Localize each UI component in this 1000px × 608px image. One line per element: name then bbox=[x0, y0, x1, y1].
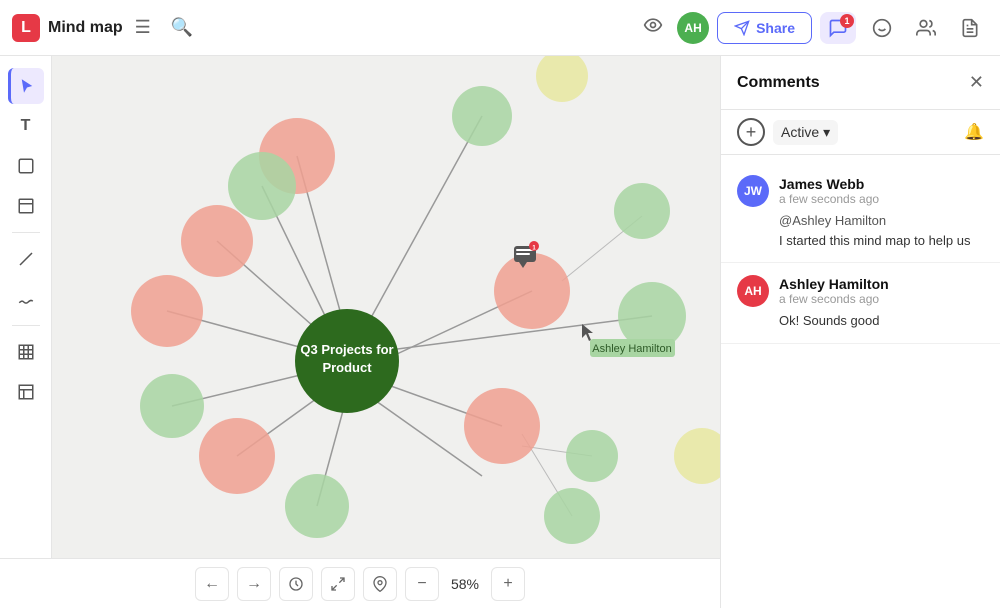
app-title: Mind map bbox=[48, 19, 123, 37]
tool-template[interactable] bbox=[8, 374, 44, 410]
reaction-button[interactable] bbox=[864, 12, 900, 44]
comments-toolbar: + Active ▾ 🔔 bbox=[721, 110, 1000, 155]
svg-text:Q3 Projects for: Q3 Projects for bbox=[300, 342, 393, 357]
comment-time: a few seconds ago bbox=[779, 192, 879, 206]
tool-table[interactable] bbox=[8, 334, 44, 370]
tool-line[interactable] bbox=[8, 241, 44, 277]
zoom-out-button[interactable]: − bbox=[405, 567, 439, 601]
comment-body: Ok! Sounds good bbox=[779, 311, 984, 331]
comment-mention: @Ashley Hamilton bbox=[779, 213, 886, 228]
comment-username: James Webb bbox=[779, 176, 879, 192]
comment-time: a few seconds ago bbox=[779, 292, 889, 306]
history-button[interactable] bbox=[279, 567, 313, 601]
header: L Mind map ☰ 🔍 AH Share 1 bbox=[0, 0, 1000, 56]
tool-select[interactable] bbox=[8, 68, 44, 104]
undo-button[interactable]: ← bbox=[195, 567, 229, 601]
logo-icon: L bbox=[12, 14, 40, 42]
redo-button[interactable]: → bbox=[237, 567, 271, 601]
share-button[interactable]: Share bbox=[717, 12, 812, 44]
comments-header: Comments ✕ bbox=[721, 56, 1000, 110]
tool-frame[interactable] bbox=[8, 188, 44, 224]
zoom-level: 58% bbox=[447, 576, 483, 592]
comment-item: AH Ashley Hamilton a few seconds ago Ok!… bbox=[721, 263, 1000, 344]
fullscreen-button[interactable] bbox=[321, 567, 355, 601]
pages-button[interactable] bbox=[952, 12, 988, 44]
bottom-bar: ← → − 58% + bbox=[0, 558, 720, 608]
comment-badge: 1 bbox=[840, 14, 854, 28]
tool-divider bbox=[12, 232, 40, 233]
svg-text:Ashley Hamilton: Ashley Hamilton bbox=[592, 343, 671, 355]
svg-text:Product: Product bbox=[322, 360, 372, 375]
comment-username: Ashley Hamilton bbox=[779, 276, 889, 292]
tool-text[interactable]: T bbox=[8, 108, 44, 144]
comment-body: @Ashley Hamilton I started this mind map… bbox=[779, 211, 984, 250]
view-icon[interactable] bbox=[637, 9, 669, 46]
map-pin-button[interactable] bbox=[363, 567, 397, 601]
filter-dropdown[interactable]: Active ▾ bbox=[773, 120, 838, 145]
canvas[interactable]: Q3 Projects for Product 1 bbox=[52, 56, 720, 558]
avatar: JW bbox=[737, 175, 769, 207]
tool-sticky[interactable] bbox=[8, 148, 44, 184]
add-comment-button[interactable]: + bbox=[737, 118, 765, 146]
notification-button[interactable]: 🔔 bbox=[964, 122, 984, 142]
tool-pen[interactable] bbox=[8, 281, 44, 317]
comments-title: Comments bbox=[737, 74, 969, 92]
zoom-in-button[interactable]: + bbox=[491, 567, 525, 601]
search-icon[interactable]: 🔍 bbox=[167, 13, 197, 42]
user-avatar[interactable]: AH bbox=[677, 12, 709, 44]
left-sidebar: T bbox=[0, 56, 52, 558]
tool-divider-2 bbox=[12, 325, 40, 326]
comments-list: JW James Webb a few seconds ago @Ashley … bbox=[721, 155, 1000, 608]
chevron-down-icon: ▾ bbox=[823, 124, 830, 141]
avatar: AH bbox=[737, 275, 769, 307]
menu-icon[interactable]: ☰ bbox=[131, 13, 155, 42]
comment-text: Ok! Sounds good bbox=[779, 313, 879, 328]
close-button[interactable]: ✕ bbox=[969, 72, 984, 93]
comment-item: JW James Webb a few seconds ago @Ashley … bbox=[721, 163, 1000, 263]
users-button[interactable] bbox=[908, 12, 944, 44]
comment-text: I started this mind map to help us bbox=[779, 233, 970, 248]
comment-button[interactable]: 1 bbox=[820, 12, 856, 44]
comments-panel: Comments ✕ + Active ▾ 🔔 JW James Webb a … bbox=[720, 56, 1000, 608]
